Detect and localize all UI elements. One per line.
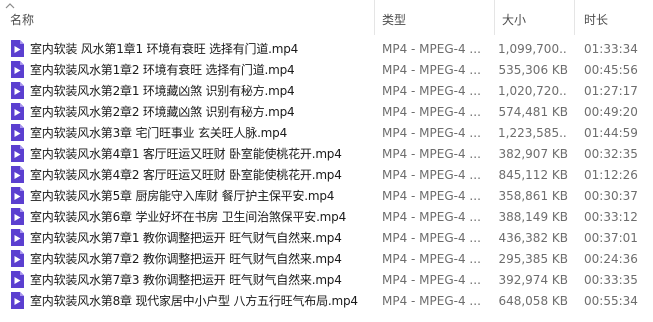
column-header-size[interactable]: 大小 bbox=[502, 11, 526, 28]
file-type: MP4 - MPEG-4 ... bbox=[382, 63, 481, 77]
mp4-video-file-icon bbox=[10, 124, 24, 141]
file-duration: 00:33:12 bbox=[584, 210, 638, 224]
mp4-video-file-icon bbox=[10, 229, 24, 246]
file-row[interactable]: 室内软装 风水第1章1 环境有衰旺 选择有门道.mp4 MP4 - MPEG-4 … bbox=[0, 38, 653, 59]
file-row[interactable]: 室内软装风水第5章 厨房能守入库财 餐厅护主保平安.mp4 MP4 - MPEG-… bbox=[0, 185, 653, 206]
file-row[interactable]: 室内软装风水第8章 现代家居中小户型 八方五行旺气布局.mp4 MP4 - MPE… bbox=[0, 290, 653, 311]
file-row[interactable]: 室内软装风水第4章2 客厅旺运又旺财 卧室能使桃花开.mp4 MP4 - MPEG… bbox=[0, 164, 653, 185]
file-size: 1,099,700... bbox=[498, 42, 568, 56]
file-size: 382,907 KB bbox=[498, 147, 568, 161]
file-row[interactable]: 室内软装风水第2章1 环境藏凶煞 识别有秘方.mp4 MP4 - MPEG-4 .… bbox=[0, 80, 653, 101]
file-size: 574,481 KB bbox=[498, 105, 568, 119]
file-name: 室内软装风水第5章 厨房能守入库财 餐厅护主保平安.mp4 bbox=[30, 189, 335, 203]
file-size: 388,149 KB bbox=[498, 210, 568, 224]
sort-ascending-icon[interactable] bbox=[4, 2, 16, 10]
file-name: 室内软装风水第3章 宅门旺事业 玄关旺人脉.mp4 bbox=[30, 126, 288, 140]
mp4-video-file-icon bbox=[10, 208, 24, 225]
file-size: 648,058 KB bbox=[498, 294, 568, 308]
mp4-video-file-icon bbox=[10, 40, 24, 57]
column-header-name[interactable]: 名称 bbox=[10, 11, 34, 28]
file-row[interactable]: 室内软装风水第6章 学业好坏在书房 卫生间治煞保平安.mp4 MP4 - MPEG… bbox=[0, 206, 653, 227]
file-name: 室内软装风水第7章3 教你调整把运开 旺气财气自然来.mp4 bbox=[30, 273, 342, 287]
file-name: 室内软装风水第7章2 教你调整把运开 旺气财气自然来.mp4 bbox=[30, 252, 342, 266]
file-name: 室内软装风水第4章2 客厅旺运又旺财 卧室能使桃花开.mp4 bbox=[30, 168, 342, 182]
mp4-video-file-icon bbox=[10, 145, 24, 162]
file-name: 室内软装风水第1章2 环境有衰旺 选择有门道.mp4 bbox=[30, 63, 295, 77]
column-divider[interactable] bbox=[574, 0, 575, 35]
file-duration: 01:27:17 bbox=[584, 84, 638, 98]
file-size: 1,020,720... bbox=[498, 84, 568, 98]
file-type: MP4 - MPEG-4 ... bbox=[382, 147, 481, 161]
file-type: MP4 - MPEG-4 ... bbox=[382, 42, 481, 56]
file-size: 358,861 KB bbox=[498, 189, 568, 203]
file-type: MP4 - MPEG-4 ... bbox=[382, 126, 481, 140]
mp4-video-file-icon bbox=[10, 271, 24, 288]
mp4-video-file-icon bbox=[10, 166, 24, 183]
file-row[interactable]: 室内软装风水第1章2 环境有衰旺 选择有门道.mp4 MP4 - MPEG-4 .… bbox=[0, 59, 653, 80]
file-size: 535,306 KB bbox=[498, 63, 568, 77]
column-header-bar: 名称 类型 大小 时长 bbox=[0, 0, 653, 35]
file-duration: 00:33:35 bbox=[584, 273, 638, 287]
file-row[interactable]: 室内软装风水第7章1 教你调整把运开 旺气财气自然来.mp4 MP4 - MPEG… bbox=[0, 227, 653, 248]
file-type: MP4 - MPEG-4 ... bbox=[382, 210, 481, 224]
column-header-duration[interactable]: 时长 bbox=[584, 11, 608, 28]
file-row[interactable]: 室内软装风水第7章3 教你调整把运开 旺气财气自然来.mp4 MP4 - MPEG… bbox=[0, 269, 653, 290]
mp4-video-file-icon bbox=[10, 250, 24, 267]
file-type: MP4 - MPEG-4 ... bbox=[382, 105, 481, 119]
file-duration: 00:55:34 bbox=[584, 294, 638, 308]
file-type: MP4 - MPEG-4 ... bbox=[382, 273, 481, 287]
file-size: 295,385 KB bbox=[498, 252, 568, 266]
file-type: MP4 - MPEG-4 ... bbox=[382, 294, 481, 308]
file-duration: 01:44:59 bbox=[584, 126, 638, 140]
file-duration: 01:12:26 bbox=[584, 168, 638, 182]
mp4-video-file-icon bbox=[10, 82, 24, 99]
file-row[interactable]: 室内软装风水第3章 宅门旺事业 玄关旺人脉.mp4 MP4 - MPEG-4 ..… bbox=[0, 122, 653, 143]
file-size: 845,112 KB bbox=[498, 168, 568, 182]
file-name: 室内软装风水第6章 学业好坏在书房 卫生间治煞保平安.mp4 bbox=[30, 210, 347, 224]
file-type: MP4 - MPEG-4 ... bbox=[382, 168, 481, 182]
file-type: MP4 - MPEG-4 ... bbox=[382, 189, 481, 203]
file-duration: 00:45:56 bbox=[584, 63, 638, 77]
file-size: 436,382 KB bbox=[498, 231, 568, 245]
file-size: 1,223,585... bbox=[498, 126, 568, 140]
file-type: MP4 - MPEG-4 ... bbox=[382, 231, 481, 245]
file-duration: 00:24:36 bbox=[584, 252, 638, 266]
file-name: 室内软装风水第4章1 客厅旺运又旺财 卧室能使桃花开.mp4 bbox=[30, 147, 342, 161]
file-duration: 00:30:37 bbox=[584, 189, 638, 203]
file-name: 室内软装风水第8章 现代家居中小户型 八方五行旺气布局.mp4 bbox=[30, 294, 358, 308]
file-row[interactable]: 室内软装风水第2章2 环境藏凶煞 识别有秘方.mp4 MP4 - MPEG-4 .… bbox=[0, 101, 653, 122]
column-divider[interactable] bbox=[494, 0, 495, 35]
mp4-video-file-icon bbox=[10, 61, 24, 78]
file-list: 室内软装 风水第1章1 环境有衰旺 选择有门道.mp4 MP4 - MPEG-4 … bbox=[0, 38, 653, 311]
file-row[interactable]: 室内软装风水第4章1 客厅旺运又旺财 卧室能使桃花开.mp4 MP4 - MPEG… bbox=[0, 143, 653, 164]
file-duration: 01:33:34 bbox=[584, 42, 638, 56]
file-type: MP4 - MPEG-4 ... bbox=[382, 252, 481, 266]
file-name: 室内软装风水第2章2 环境藏凶煞 识别有秘方.mp4 bbox=[30, 105, 295, 119]
file-name: 室内软装风水第2章1 环境藏凶煞 识别有秘方.mp4 bbox=[30, 84, 295, 98]
file-row[interactable]: 室内软装风水第7章2 教你调整把运开 旺气财气自然来.mp4 MP4 - MPEG… bbox=[0, 248, 653, 269]
mp4-video-file-icon bbox=[10, 292, 24, 309]
file-duration: 00:32:35 bbox=[584, 147, 638, 161]
file-name: 室内软装风水第7章1 教你调整把运开 旺气财气自然来.mp4 bbox=[30, 231, 342, 245]
file-type: MP4 - MPEG-4 ... bbox=[382, 84, 481, 98]
file-name: 室内软装 风水第1章1 环境有衰旺 选择有门道.mp4 bbox=[30, 42, 299, 56]
file-duration: 00:37:01 bbox=[584, 231, 638, 245]
file-size: 392,974 KB bbox=[498, 273, 568, 287]
file-duration: 00:49:20 bbox=[584, 105, 638, 119]
mp4-video-file-icon bbox=[10, 187, 24, 204]
column-header-type[interactable]: 类型 bbox=[382, 11, 406, 28]
column-divider[interactable] bbox=[374, 0, 375, 35]
mp4-video-file-icon bbox=[10, 103, 24, 120]
